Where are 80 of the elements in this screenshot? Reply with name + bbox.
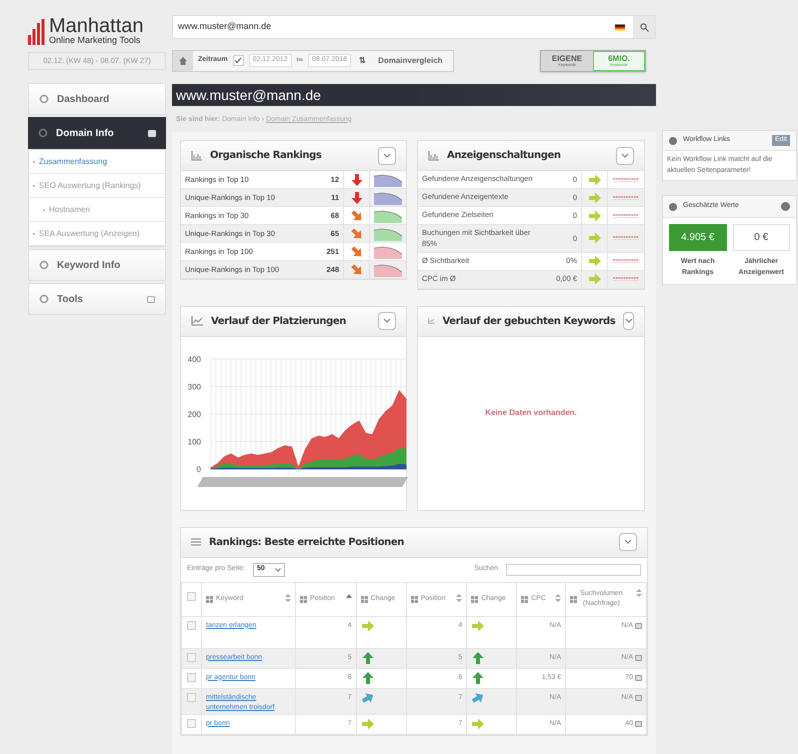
- panel-title: Verlauf der Platzierungen: [211, 314, 347, 328]
- bar-chart-icon: [191, 150, 202, 160]
- row-checkbox[interactable]: [187, 718, 196, 728]
- menu-icon: [39, 94, 49, 104]
- y-axis-label: 0: [196, 464, 201, 474]
- logo-bars-icon: [28, 19, 46, 45]
- menu-icon: [38, 128, 48, 138]
- details-icon[interactable]: [635, 622, 642, 629]
- sidebar-item[interactable]: Keyword Info: [28, 249, 166, 281]
- search-icon: [640, 22, 648, 32]
- collapse-button[interactable]: [619, 533, 637, 551]
- zeitraum-checkbox[interactable]: [232, 55, 244, 66]
- collapse-button[interactable]: [623, 312, 634, 330]
- sidebar-subitem[interactable]: SEO Auswertung (Rankings): [29, 174, 165, 198]
- panel-title: Rankings: Beste erreichte Positionen: [209, 536, 405, 550]
- row-checkbox[interactable]: [187, 672, 196, 682]
- chevron-down-icon: [621, 152, 629, 158]
- chevron-down-icon: [624, 318, 633, 324]
- chevron-down-icon: [624, 539, 632, 545]
- flat-sparkline: [613, 277, 639, 281]
- sidebar-item[interactable]: Dashboard: [28, 83, 166, 115]
- flat-sparkline: [613, 236, 639, 240]
- no-data-message: Keine Daten vorhanden.: [485, 407, 577, 419]
- home-icon: [178, 56, 188, 66]
- panel-title: Verlauf der gebuchten Keywords: [442, 314, 616, 328]
- details-icon[interactable]: [635, 694, 642, 701]
- sidebar-subitem[interactable]: Zusammenfassung: [29, 150, 165, 174]
- menu-icon: [39, 260, 49, 270]
- column-icon: [300, 596, 307, 602]
- flat-sparkline: [613, 214, 639, 218]
- check-icon: [234, 57, 242, 64]
- chevron-down-icon: [274, 568, 281, 572]
- row-checkbox[interactable]: [187, 620, 196, 630]
- column-icon: [471, 596, 478, 602]
- logo-tagline: Online Marketing Tools: [49, 36, 142, 45]
- sidebar-subitem[interactable]: SEA Auswertung (Anzeigen): [29, 222, 165, 246]
- table-search-field[interactable]: [506, 564, 641, 576]
- logo-name: Manhattan: [49, 16, 144, 36]
- column-icon: [570, 596, 578, 602]
- sidebar-item[interactable]: Domain Info: [28, 117, 166, 149]
- column-icon: [206, 596, 213, 602]
- search-field[interactable]: www.muster@mann.de: [172, 15, 656, 39]
- y-axis-label: 400: [188, 354, 201, 364]
- column-icon: [521, 596, 528, 602]
- chevron-down-icon: [383, 318, 391, 324]
- select-all-checkbox[interactable]: [187, 592, 196, 602]
- page-title: www.muster@mann.de: [172, 84, 656, 106]
- chevron-down-icon: [383, 152, 391, 158]
- panel-title: Organische Rankings: [210, 149, 322, 163]
- panel-title: Anzeigenschaltungen: [447, 149, 562, 163]
- menu-icon: [39, 294, 49, 304]
- flag-icon: [615, 24, 625, 30]
- sidebar-subitem[interactable]: Hostnamen: [29, 198, 165, 222]
- swap-button[interactable]: ⇅: [356, 54, 370, 66]
- line-chart-icon: [191, 316, 203, 326]
- flat-sparkline: [613, 196, 639, 200]
- y-axis-label: 100: [188, 437, 201, 446]
- estimate-value: 4.905 €: [669, 224, 726, 251]
- column-icon: [410, 596, 418, 602]
- sidebar-item[interactable]: Tools: [28, 283, 166, 315]
- row-checkbox[interactable]: [187, 692, 196, 702]
- details-icon[interactable]: [635, 720, 642, 727]
- estimate-value: 0 €: [732, 224, 790, 251]
- line-chart-icon: [428, 316, 434, 326]
- column-icon: [360, 596, 368, 602]
- y-axis-label: 300: [188, 382, 201, 391]
- search-button[interactable]: [633, 16, 655, 38]
- list-icon: [191, 538, 201, 546]
- domain-compare-button[interactable]: Domainvergleich: [374, 54, 447, 66]
- row-checkbox[interactable]: [187, 652, 196, 662]
- details-icon[interactable]: [635, 674, 642, 681]
- bar-chart-icon: [428, 150, 439, 160]
- collapse-button[interactable]: [616, 146, 634, 164]
- y-axis-label: 200: [188, 410, 201, 418]
- details-icon[interactable]: [635, 654, 642, 661]
- collapse-button[interactable]: [378, 146, 396, 164]
- flat-sparkline: [613, 178, 639, 182]
- flat-sparkline: [613, 259, 639, 263]
- collapse-button[interactable]: [378, 312, 396, 330]
- home-button[interactable]: [173, 50, 193, 70]
